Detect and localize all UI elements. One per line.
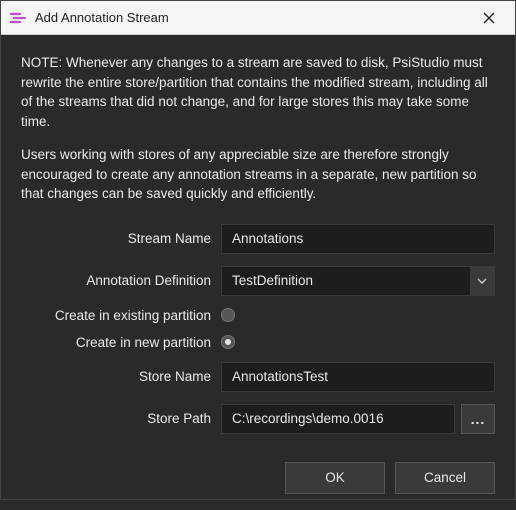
dialog-window: Add Annotation Stream NOTE: Whenever any… bbox=[0, 0, 516, 500]
window-title: Add Annotation Stream bbox=[35, 10, 471, 25]
note-text-2: Users working with stores of any appreci… bbox=[21, 145, 495, 204]
annotation-definition-select[interactable]: TestDefinition bbox=[221, 266, 495, 296]
store-name-input[interactable] bbox=[221, 362, 495, 392]
store-name-label: Store Name bbox=[21, 369, 211, 384]
close-icon bbox=[483, 12, 495, 24]
row-create-existing: Create in existing partition bbox=[21, 308, 495, 323]
chevron-down-icon bbox=[470, 267, 494, 295]
form: Stream Name Annotation Definition TestDe… bbox=[21, 224, 495, 434]
row-store-path: Store Path ... bbox=[21, 404, 495, 434]
cancel-button[interactable]: Cancel bbox=[395, 462, 495, 494]
stream-name-label: Stream Name bbox=[21, 231, 211, 246]
row-create-new: Create in new partition bbox=[21, 335, 495, 350]
titlebar: Add Annotation Stream bbox=[1, 1, 515, 35]
dialog-footer: OK Cancel bbox=[1, 450, 515, 510]
stream-name-input[interactable] bbox=[221, 224, 495, 254]
browse-button[interactable]: ... bbox=[461, 404, 495, 434]
app-icon bbox=[9, 9, 27, 27]
store-path-input[interactable] bbox=[221, 404, 455, 434]
note-text-1: NOTE: Whenever any changes to a stream a… bbox=[21, 53, 495, 131]
row-annotation-definition: Annotation Definition TestDefinition bbox=[21, 266, 495, 296]
ok-button[interactable]: OK bbox=[285, 462, 385, 494]
create-new-label: Create in new partition bbox=[21, 335, 211, 350]
create-existing-radio[interactable] bbox=[221, 308, 235, 322]
create-existing-label: Create in existing partition bbox=[21, 308, 211, 323]
close-button[interactable] bbox=[471, 1, 507, 35]
row-store-name: Store Name bbox=[21, 362, 495, 392]
dialog-content: NOTE: Whenever any changes to a stream a… bbox=[1, 35, 515, 450]
store-path-label: Store Path bbox=[21, 411, 211, 426]
annotation-definition-label: Annotation Definition bbox=[21, 273, 211, 288]
row-stream-name: Stream Name bbox=[21, 224, 495, 254]
annotation-definition-value: TestDefinition bbox=[222, 267, 470, 294]
create-new-radio[interactable] bbox=[221, 335, 235, 349]
